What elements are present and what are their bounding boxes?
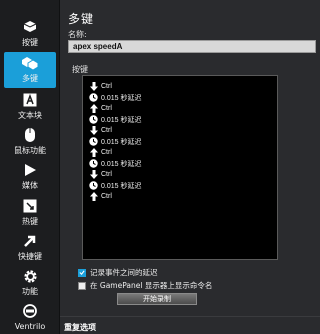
key-event-text: Ctrl <box>101 105 112 112</box>
record-delay-label: 记录事件之间的延迟 <box>90 268 158 277</box>
clock-icon <box>89 159 98 168</box>
multikey-panel: 多键 名称: apex speedA 按键 Ctrl 0.015 秒延迟 Ctr… <box>60 0 320 334</box>
list-item[interactable]: 0.015 秒延迟 <box>89 180 141 191</box>
key-event-text: 0.015 秒延迟 <box>101 138 142 146</box>
sidebar-item-shortcut[interactable]: 快捷键 <box>4 230 56 266</box>
arrow-up-icon <box>89 192 98 201</box>
sidebar: 按键 多键 文本块 鼠标功能 媒体 热键 快捷键 功能 Ventrilo <box>0 0 60 334</box>
repeat-options-heading: 重复选项 <box>64 323 96 332</box>
clock-icon <box>89 181 98 190</box>
key-event-text: 0.015 秒延迟 <box>101 94 142 102</box>
sidebar-item-label: 按键 <box>22 38 38 47</box>
list-item[interactable]: Ctrl <box>89 191 112 202</box>
list-item[interactable]: Ctrl <box>89 81 112 92</box>
gear-icon <box>21 267 39 285</box>
list-item[interactable]: 0.015 秒延迟 <box>89 158 141 169</box>
sidebar-item-text-block[interactable]: 文本块 <box>4 89 56 125</box>
play-icon <box>21 161 39 179</box>
list-item[interactable]: Ctrl <box>89 147 112 158</box>
key-event-text: 0.015 秒延迟 <box>101 160 142 168</box>
multikey-icon <box>21 54 39 72</box>
key-event-text: Ctrl <box>101 193 112 200</box>
sidebar-item-label: 鼠标功能 <box>14 146 46 155</box>
shortcut-arrow-icon <box>21 232 39 250</box>
key-event-text: Ctrl <box>101 149 112 156</box>
clock-icon <box>89 137 98 146</box>
key-events-list[interactable]: Ctrl 0.015 秒延迟 Ctrl 0.015 秒延迟 Ctrl 0.015… <box>82 75 278 260</box>
sidebar-item-label: 快捷键 <box>18 252 42 261</box>
sidebar-item-keys[interactable]: 按键 <box>4 16 56 52</box>
list-item[interactable]: Ctrl <box>89 169 112 180</box>
sidebar-item-label: 热键 <box>22 217 38 226</box>
key-event-text: Ctrl <box>101 171 112 178</box>
sidebar-item-label: 媒体 <box>22 181 38 190</box>
ventrilo-icon <box>21 302 39 320</box>
arrow-down-icon <box>89 170 98 179</box>
list-item[interactable]: 0.015 秒延迟 <box>89 136 141 147</box>
sidebar-item-mouse[interactable]: 鼠标功能 <box>4 124 56 160</box>
page-title: 多键 <box>68 12 95 26</box>
clock-icon <box>89 115 98 124</box>
sidebar-item-ventrilo[interactable]: Ventrilo <box>4 300 56 334</box>
list-item[interactable]: Ctrl <box>89 125 112 136</box>
sidebar-item-label: 多键 <box>22 74 38 83</box>
sidebar-item-label: 功能 <box>22 287 38 296</box>
name-field[interactable]: apex speedA <box>68 40 316 53</box>
key-event-text: Ctrl <box>101 83 112 90</box>
sidebar-item-hotkey[interactable]: 热键 <box>4 195 56 231</box>
sidebar-item-function[interactable]: 功能 <box>4 265 56 301</box>
sidebar-item-multikey[interactable]: 多键 <box>4 52 56 88</box>
key-event-text: Ctrl <box>101 127 112 134</box>
record-delay-checkbox[interactable] <box>78 268 86 277</box>
list-item[interactable]: 0.015 秒延迟 <box>89 114 141 125</box>
arrow-down-icon <box>89 82 98 91</box>
gamepanel-checkbox[interactable] <box>78 281 86 290</box>
arrow-down-icon <box>89 126 98 135</box>
gamepanel-label: 在 GamePanel 显示器上显示命令名 <box>90 281 213 290</box>
record-delay-option[interactable]: 记录事件之间的延迟 <box>78 267 158 278</box>
keys-label: 按键 <box>72 65 88 74</box>
list-item[interactable]: Ctrl <box>89 103 112 114</box>
keyboard-key-icon <box>21 18 39 36</box>
gamepanel-option[interactable]: 在 GamePanel 显示器上显示命令名 <box>78 280 212 291</box>
list-item[interactable]: 0.015 秒延迟 <box>89 92 141 103</box>
name-label: 名称: <box>68 30 87 39</box>
key-event-text: 0.015 秒延迟 <box>101 182 142 190</box>
sidebar-item-label: Ventrilo <box>14 322 46 331</box>
mouse-icon <box>21 126 39 144</box>
key-event-text: 0.015 秒延迟 <box>101 116 142 124</box>
arrow-up-icon <box>89 104 98 113</box>
hotkey-icon <box>21 197 39 215</box>
divider <box>60 316 320 317</box>
arrow-up-icon <box>89 148 98 157</box>
text-block-icon <box>21 91 39 109</box>
sidebar-item-media[interactable]: 媒体 <box>4 159 56 195</box>
clock-icon <box>89 93 98 102</box>
sidebar-item-label: 文本块 <box>18 111 42 120</box>
start-recording-button[interactable]: 开始录制 <box>117 293 197 305</box>
